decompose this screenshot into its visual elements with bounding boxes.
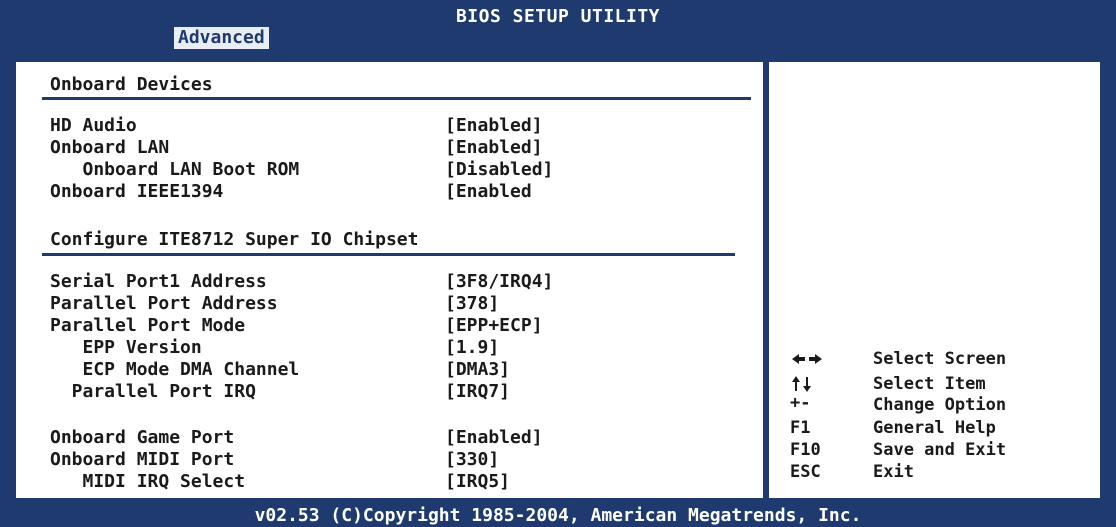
setting-value-game-port[interactable]: [Enabled]: [445, 427, 543, 449]
setting-label-lan-boot-rom[interactable]: Onboard LAN Boot ROM: [50, 159, 300, 181]
setting-label-serial-port1[interactable]: Serial Port1 Address: [50, 271, 267, 293]
help-key-plus-minus: +-: [790, 393, 811, 413]
setting-value-midi-irq[interactable]: [IRQ5]: [445, 471, 510, 493]
tab-advanced[interactable]: Advanced: [174, 27, 269, 49]
help-select-item: Select Item: [873, 374, 986, 394]
section-title-super-io: Configure ITE8712 Super IO Chipset: [50, 229, 419, 250]
section-title-onboard-devices: Onboard Devices: [50, 74, 213, 95]
setting-label-epp-version[interactable]: EPP Version: [50, 337, 202, 359]
setting-label-midi-irq[interactable]: MIDI IRQ Select: [50, 471, 246, 493]
setting-value-ecp-dma[interactable]: [DMA3]: [445, 359, 510, 381]
setting-label-hd-audio[interactable]: HD Audio: [50, 115, 137, 137]
setting-value-epp-version[interactable]: [1.9]: [445, 337, 499, 359]
left-right-arrows-icon: [790, 348, 860, 370]
help-key-esc: ESC: [790, 462, 821, 482]
setting-value-parallel-irq[interactable]: [IRQ7]: [445, 381, 510, 403]
setting-value-serial-port1[interactable]: [3F8/IRQ4]: [445, 271, 553, 293]
setting-value-lan-boot-rom[interactable]: [Disabled]: [445, 159, 553, 181]
setting-label-ecp-dma[interactable]: ECP Mode DMA Channel: [50, 359, 300, 381]
setting-value-parallel-mode[interactable]: [EPP+ECP]: [445, 315, 543, 337]
setting-label-parallel-address[interactable]: Parallel Port Address: [50, 293, 278, 315]
help-change-option: Change Option: [873, 395, 1007, 415]
setting-label-midi-port[interactable]: Onboard MIDI Port: [50, 449, 234, 471]
copyright-footer: v02.53 (C)Copyright 1985-2004, American …: [0, 505, 1116, 527]
setting-value-ieee1394[interactable]: [Enabled: [445, 181, 532, 203]
setting-value-midi-port[interactable]: [330]: [445, 449, 499, 471]
help-key-f1: F1: [790, 418, 811, 438]
setting-label-parallel-irq[interactable]: Parallel Port IRQ: [50, 381, 256, 403]
help-save-exit: Save and Exit: [873, 440, 1007, 460]
help-exit: Exit: [873, 462, 914, 482]
setting-label-game-port[interactable]: Onboard Game Port: [50, 427, 234, 449]
setting-value-hd-audio[interactable]: [Enabled]: [445, 115, 543, 137]
setting-value-parallel-address[interactable]: [378]: [445, 293, 499, 315]
section-divider: [42, 253, 735, 256]
section-divider: [42, 97, 751, 100]
setting-label-ieee1394[interactable]: Onboard IEEE1394: [50, 181, 223, 203]
setting-value-onboard-lan[interactable]: [Enabled]: [445, 137, 543, 159]
help-general-help: General Help: [873, 418, 996, 438]
setting-label-parallel-mode[interactable]: Parallel Port Mode: [50, 315, 245, 337]
help-key-f10: F10: [790, 440, 821, 460]
help-select-screen: Select Screen: [873, 349, 1007, 369]
setting-label-onboard-lan[interactable]: Onboard LAN: [50, 137, 169, 159]
app-title: BIOS SETUP UTILITY: [455, 6, 661, 27]
